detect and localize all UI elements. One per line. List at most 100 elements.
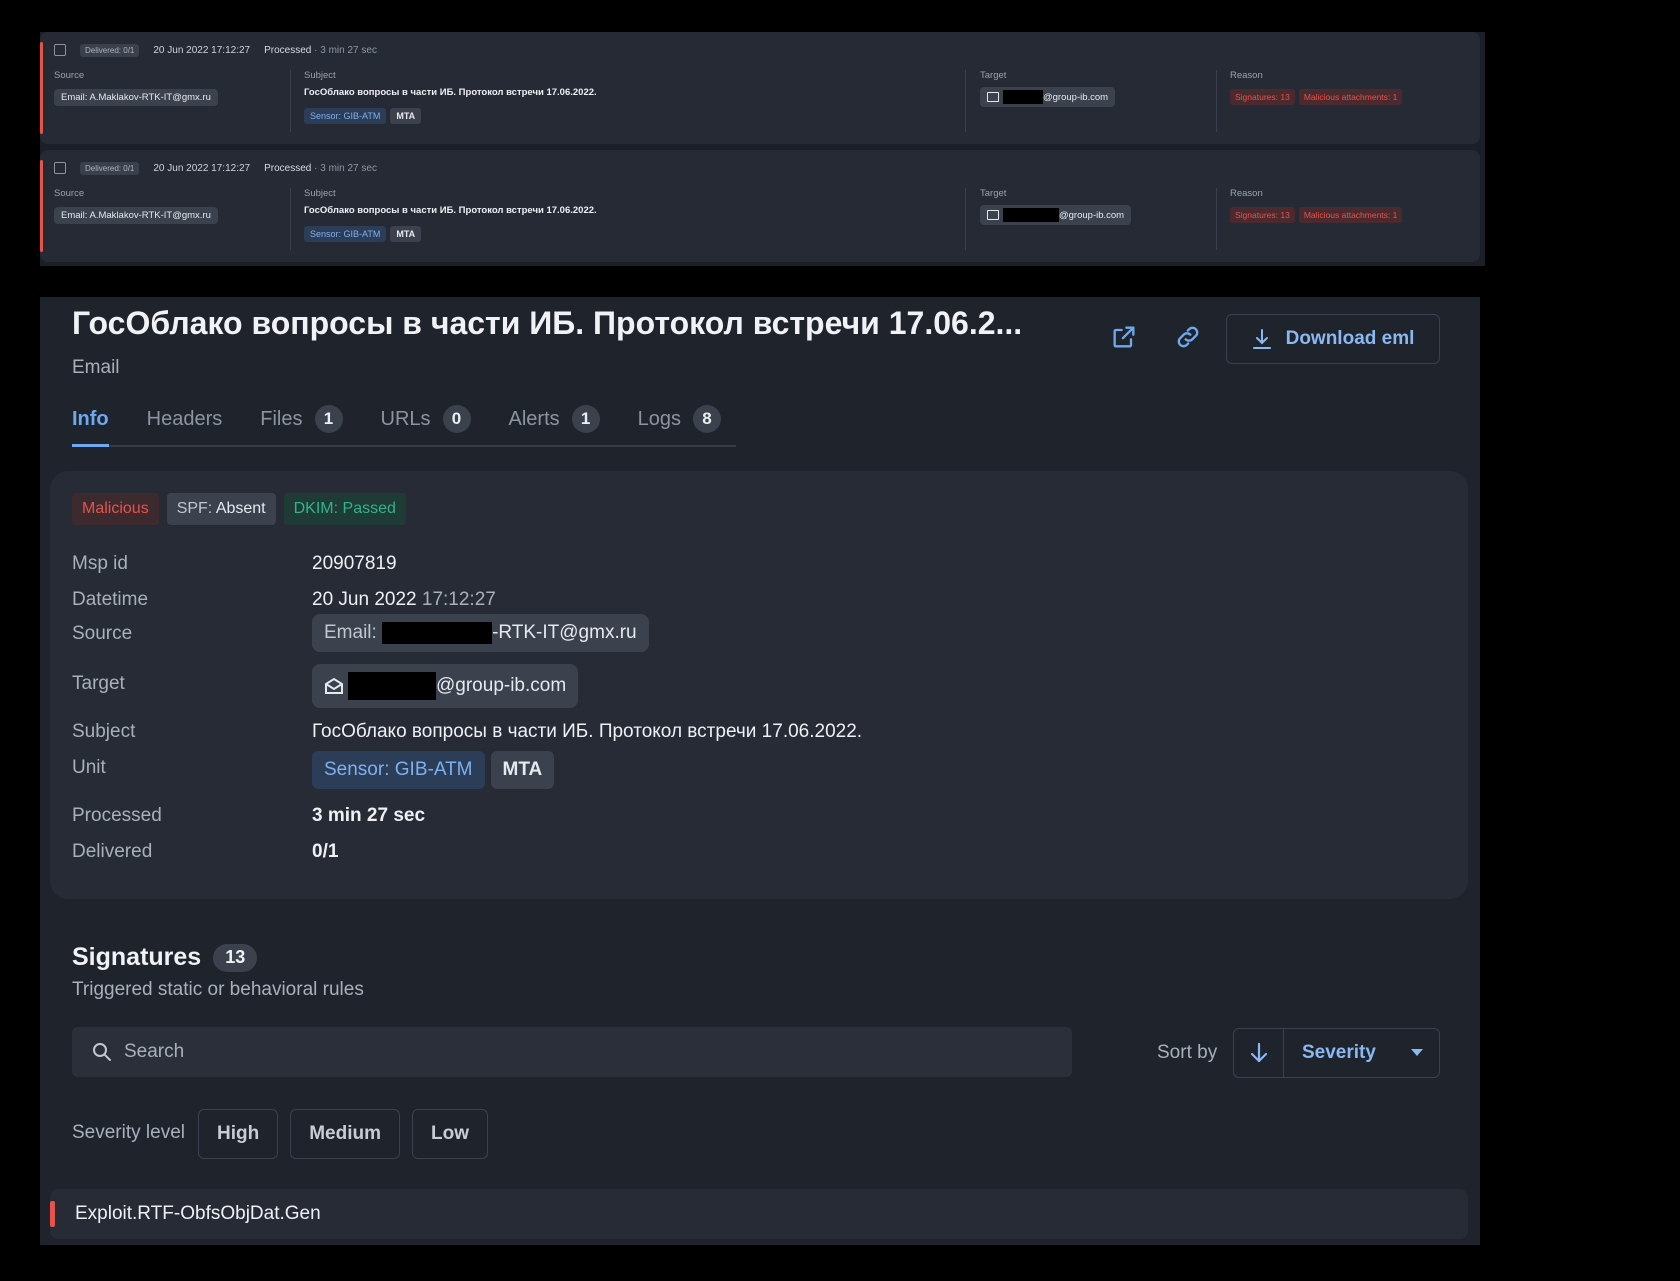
source-chip[interactable]: Email: A.Maklakov-RTK-IT@gmx.ru — [54, 89, 218, 106]
severity-indicator — [40, 42, 43, 134]
divider — [1216, 188, 1217, 250]
target-chip[interactable]: @group-ib.com — [980, 87, 1116, 107]
divider — [965, 70, 966, 132]
target-chip[interactable]: @group-ib.com — [312, 664, 579, 708]
subject-text: ГосОблако вопросы в части ИБ. Протокол в… — [304, 205, 597, 216]
reason-label: Reason — [1230, 70, 1263, 81]
tab-count: 1 — [571, 405, 600, 433]
tab-count: 8 — [693, 405, 722, 433]
download-icon — [1252, 329, 1271, 349]
signatures-heading: Signatures 13 — [72, 943, 258, 972]
tab-alerts[interactable]: Alerts 1 — [509, 397, 600, 441]
sort-direction-button[interactable] — [1234, 1029, 1284, 1077]
tab-files[interactable]: Files 1 — [260, 397, 343, 441]
open-external-icon[interactable] — [1110, 323, 1138, 356]
spf-badge: SPF: Absent — [166, 493, 276, 525]
signature-name: Exploit.RTF-ObfsObjDat.Gen — [75, 1203, 321, 1224]
redaction — [348, 672, 436, 700]
redaction — [382, 622, 493, 644]
processed-value: · 3 min 27 sec — [314, 44, 377, 56]
row-datetime: 20 Jun 2022 17:12:27 — [153, 44, 251, 56]
tab-logs[interactable]: Logs 8 — [638, 397, 722, 441]
processed-value: · 3 min 27 sec — [314, 162, 377, 174]
row-checkbox[interactable] — [54, 44, 66, 56]
source-label: Source — [54, 188, 85, 199]
delivered-badge: Delivered: 0/1 — [80, 161, 140, 175]
sensor-tag: Sensor: GIB-ATM — [312, 751, 485, 789]
arrow-down-icon — [1250, 1042, 1267, 1063]
envelope-icon — [987, 92, 999, 102]
tab-headers[interactable]: Headers — [147, 397, 223, 441]
subject-label: Subject — [304, 188, 336, 199]
severity-medium-button[interactable]: Medium — [290, 1109, 400, 1159]
reason-label: Reason — [1230, 188, 1263, 199]
reason-signatures-badge: Signatures: 13 — [1230, 89, 1295, 105]
email-detail-panel: ГосОблако вопросы в части ИБ. Протокол в… — [40, 297, 1480, 1245]
divider — [1216, 70, 1217, 132]
reason-signatures-badge: Signatures: 13 — [1230, 207, 1295, 223]
severity-low-button[interactable]: Low — [412, 1109, 488, 1159]
tab-count: 0 — [442, 405, 471, 433]
datetime-value: 20 Jun 2022 17:12:27 — [312, 589, 496, 610]
source-chip[interactable]: Email: A.Maklakov-RTK-IT@gmx.ru — [54, 207, 218, 224]
source-label: Source — [54, 70, 85, 81]
field-label: Delivered — [72, 841, 153, 862]
sort-control: Severity — [1233, 1028, 1440, 1078]
tab-info[interactable]: Info — [72, 397, 109, 447]
processed-label: Processed — [264, 44, 312, 56]
reason-attachments-badge: Malicious attachments: 1 — [1298, 207, 1403, 223]
copy-link-icon[interactable] — [1174, 323, 1202, 356]
redaction — [1003, 90, 1043, 104]
delivered-value: 0/1 — [312, 841, 339, 862]
severity-indicator — [50, 1201, 55, 1227]
source-chip[interactable]: Email: -RTK-IT@gmx.ru — [312, 614, 649, 652]
page-title: ГосОблако вопросы в части ИБ. Протокол в… — [72, 305, 1023, 341]
subject-text: ГосОблако вопросы в части ИБ. Протокол в… — [304, 87, 597, 98]
sensor-tag: Sensor: GIB-ATM — [304, 226, 387, 242]
sensor-tag: Sensor: GIB-ATM — [304, 108, 387, 124]
tab-count: 1 — [314, 405, 343, 433]
mta-tag: MTA — [490, 751, 555, 789]
caret-down-icon — [1411, 1049, 1423, 1056]
field-label: Datetime — [72, 589, 149, 610]
tab-urls[interactable]: URLs 0 — [381, 397, 471, 441]
email-list-row[interactable]: Delivered: 0/1 20 Jun 2022 17:12:27 Proc… — [40, 32, 1480, 144]
field-label: Subject — [72, 721, 136, 742]
processed-label: Processed — [264, 162, 312, 174]
target-label: Target — [980, 70, 1007, 81]
divider — [290, 70, 291, 132]
envelope-icon — [987, 210, 999, 220]
search-icon — [93, 1043, 111, 1061]
processed-value: 3 min 27 sec — [312, 805, 426, 826]
severity-indicator — [40, 160, 43, 252]
page-subtitle: Email — [72, 357, 120, 378]
field-label: Processed — [72, 805, 162, 826]
target-value: @group-ib.com — [1059, 209, 1125, 221]
detail-tabs: Info Headers Files 1 URLs 0 Alerts 1 Logs 8 — [72, 397, 736, 447]
signature-search[interactable] — [72, 1027, 1072, 1077]
download-label: Download eml — [1285, 328, 1415, 349]
redaction — [1003, 208, 1059, 222]
divider — [290, 188, 291, 250]
severity-level-label: Severity level — [72, 1122, 185, 1143]
sort-label: Sort by — [1157, 1042, 1218, 1063]
subject-value: ГосОблако вопросы в части ИБ. Протокол в… — [312, 721, 863, 742]
field-label: Unit — [72, 757, 106, 778]
target-label: Target — [980, 188, 1007, 199]
email-list-row[interactable]: Delivered: 0/1 20 Jun 2022 17:12:27 Proc… — [40, 150, 1480, 262]
row-checkbox[interactable] — [54, 162, 66, 174]
info-card: Malicious SPF: Absent DKIM: Passed Msp i… — [50, 471, 1468, 899]
target-chip[interactable]: @group-ib.com — [980, 205, 1132, 225]
mta-tag: MTA — [390, 226, 422, 242]
mta-tag: MTA — [390, 108, 422, 124]
email-list: Delivered: 0/1 20 Jun 2022 17:12:27 Proc… — [40, 32, 1485, 266]
sort-select[interactable]: Severity — [1284, 1042, 1439, 1064]
envelope-icon — [325, 677, 343, 694]
download-eml-button[interactable]: Download eml — [1226, 314, 1440, 364]
search-input[interactable] — [124, 1041, 1024, 1063]
severity-high-button[interactable]: High — [198, 1109, 279, 1159]
row-datetime: 20 Jun 2022 17:12:27 — [153, 162, 251, 174]
field-label: Source — [72, 623, 133, 644]
delivered-badge: Delivered: 0/1 — [80, 43, 140, 57]
signature-list-item[interactable]: Exploit.RTF-ObfsObjDat.Gen — [50, 1189, 1468, 1239]
